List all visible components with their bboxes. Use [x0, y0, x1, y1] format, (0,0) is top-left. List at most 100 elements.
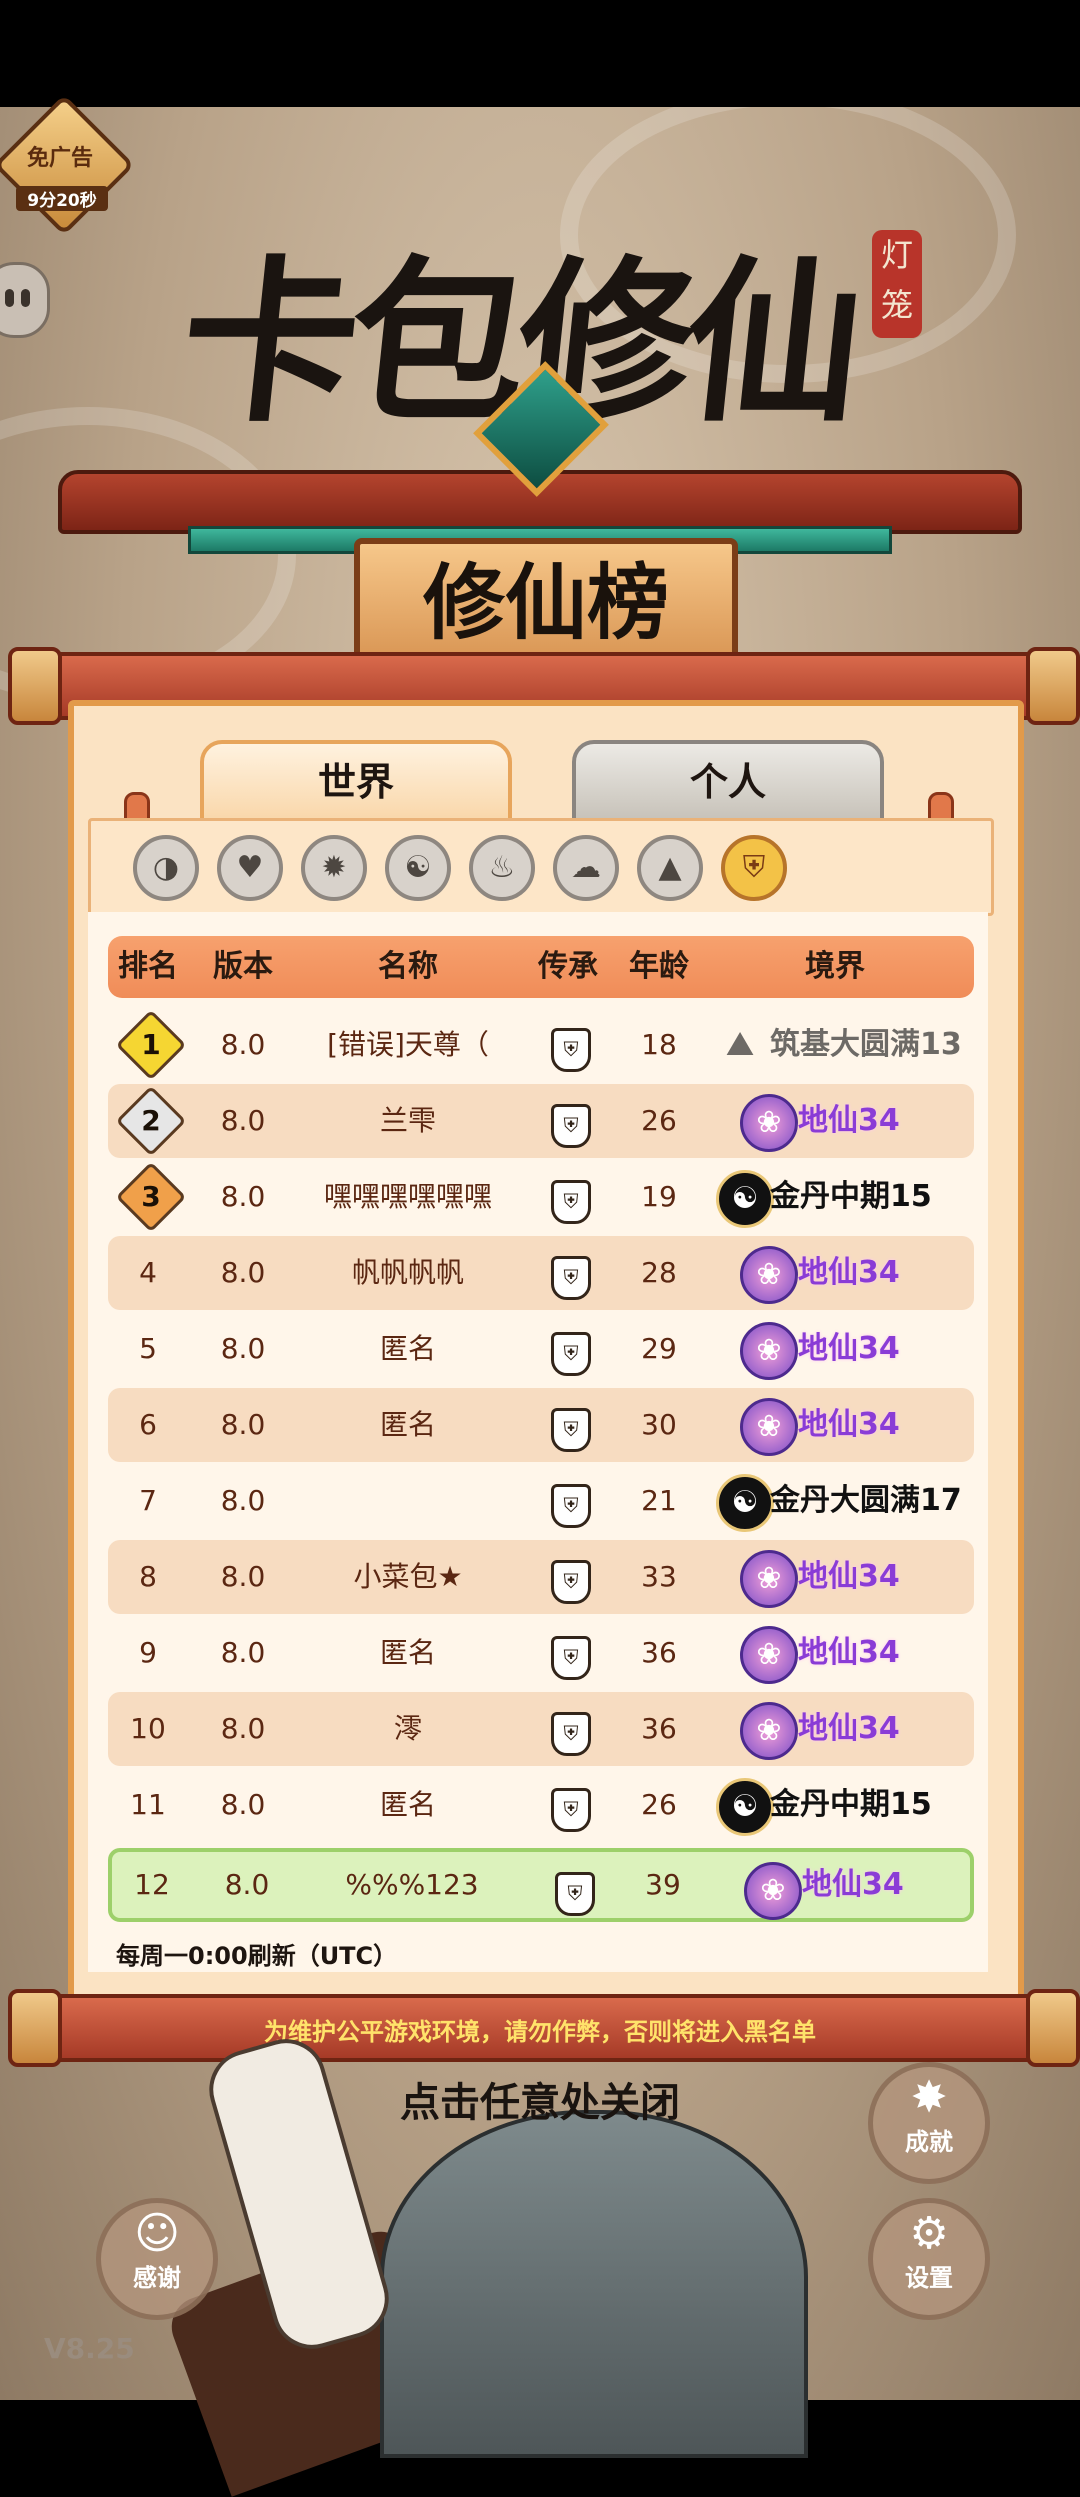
header-inherit: 传承	[538, 949, 598, 984]
inheritance-icon[interactable]: ⛨	[551, 1028, 591, 1072]
version-cell: 8.0	[220, 1636, 266, 1669]
realm-cell: 地仙34	[798, 1635, 900, 1670]
name-cell: 小菜包★	[353, 1560, 463, 1593]
table-row[interactable]: 7 8.0 ⛨ 21 ☯ 金丹大圆满17	[108, 1464, 974, 1538]
table-row[interactable]: 9 8.0 匿名 ⛨ 36 ❀ 地仙34	[108, 1616, 974, 1690]
name-cell: 匿名	[379, 1636, 436, 1669]
inheritance-icon[interactable]: ⛨	[555, 1872, 595, 1916]
realm-cell: 地仙34	[798, 1711, 900, 1746]
shield-icon[interactable]: ⛨	[721, 835, 787, 901]
remove-ads-label: 免广告	[26, 146, 93, 171]
earth-immortal-icon: ❀	[740, 1246, 798, 1304]
table-row[interactable]: 3 8.0 嘿嘿嘿嘿嘿嘿 ⛨ 19 ☯ 金丹中期15	[108, 1160, 974, 1234]
golden-core-icon: ☯	[716, 1474, 774, 1532]
heart-icon[interactable]: ♥	[217, 835, 283, 901]
earth-immortal-icon: ❀	[744, 1862, 802, 1920]
rank-medal-icon: 3	[115, 1161, 187, 1233]
age-cell: 36	[641, 1712, 677, 1745]
earth-immortal-icon: ❀	[740, 1702, 798, 1760]
name-cell: 嘿嘿嘿嘿嘿嘿	[323, 1180, 492, 1213]
rank-cell: 4	[139, 1256, 157, 1289]
table-row[interactable]: 1 8.0 [错误]天尊（ ⛨ 18 ⛰ 筑基大圆满13	[108, 1008, 974, 1082]
achievement-button[interactable]: ✸ 成就	[868, 2062, 990, 2184]
table-row-self[interactable]: 12 8.0 %%%123 ⛨ 39 ❀ 地仙34	[108, 1848, 974, 1922]
rank-cell: 9	[139, 1636, 157, 1669]
tab-world[interactable]: 世界	[200, 740, 512, 824]
gear-icon: ⚙	[909, 2208, 949, 2259]
chat-icon[interactable]	[0, 262, 50, 338]
version-cell: 8.0	[220, 1104, 266, 1137]
golden-core-icon: ☯	[716, 1778, 774, 1836]
table-row[interactable]: 6 8.0 匿名 ⛨ 30 ❀ 地仙34	[108, 1388, 974, 1462]
version-cell: 8.0	[220, 1332, 266, 1365]
name-cell	[298, 1464, 518, 1538]
age-cell: 26	[641, 1788, 677, 1821]
header-rank: 排名	[118, 949, 178, 984]
age-cell: 18	[641, 1028, 677, 1061]
table-row[interactable]: 10 8.0 澪 ⛨ 36 ❀ 地仙34	[108, 1692, 974, 1766]
rank-cell: 11	[130, 1788, 166, 1821]
inheritance-icon[interactable]: ⛨	[551, 1636, 591, 1680]
version-cell: 8.0	[220, 1028, 266, 1061]
age-cell: 30	[641, 1408, 677, 1441]
star-icon: ✸	[910, 2072, 948, 2123]
table-header: 排名 版本 名称 传承 年龄 境界	[108, 936, 974, 998]
inheritance-icon[interactable]: ⛨	[551, 1484, 591, 1528]
name-cell: 匿名	[379, 1408, 436, 1441]
inheritance-icon[interactable]: ⛨	[551, 1788, 591, 1832]
realm-cell: 金丹中期15	[770, 1787, 932, 1822]
refresh-note: 每周一0:00刷新（UTC）	[116, 1942, 398, 1970]
leaderboard-plaque: 修仙榜	[354, 538, 738, 670]
inheritance-icon[interactable]: ⛨	[551, 1332, 591, 1376]
inheritance-icon[interactable]: ⛨	[551, 1104, 591, 1148]
cloud-icon[interactable]: ☁	[553, 835, 619, 901]
name-cell: 澪	[393, 1712, 422, 1745]
golden-core-icon: ☯	[716, 1170, 774, 1228]
name-cell: 兰雫	[379, 1104, 436, 1137]
fire-icon[interactable]: ✹	[301, 835, 367, 901]
version-cell: 8.0	[220, 1484, 266, 1517]
settings-button[interactable]: ⚙ 设置	[868, 2198, 990, 2320]
earth-immortal-icon: ❀	[740, 1550, 798, 1608]
yinyang-icon[interactable]: ☯	[385, 835, 451, 901]
rank-cell: 5	[139, 1332, 157, 1365]
inheritance-icon[interactable]: ⛨	[551, 1180, 591, 1224]
rank-medal-icon: 1	[115, 1009, 187, 1081]
inheritance-icon[interactable]: ⛨	[551, 1712, 591, 1756]
version-cell: 8.0	[220, 1712, 266, 1745]
header-version: 版本	[213, 949, 273, 984]
table-row[interactable]: 11 8.0 匿名 ⛨ 26 ☯ 金丹中期15	[108, 1768, 974, 1842]
rank-number: 2	[141, 1104, 161, 1137]
mountain-icon[interactable]: ▲	[637, 835, 703, 901]
version-cell: 8.0	[220, 1256, 266, 1289]
realm-cell: 地仙34	[802, 1867, 904, 1902]
realm-cell: 金丹中期15	[770, 1179, 932, 1214]
ad-timer: 9分20秒	[16, 186, 108, 211]
age-cell: 21	[641, 1484, 677, 1517]
version-cell: 8.0	[220, 1180, 266, 1213]
table-row[interactable]: 5 8.0 匿名 ⛨ 29 ❀ 地仙34	[108, 1312, 974, 1386]
version-cell: 8.0	[224, 1868, 270, 1901]
rank-number: 1	[141, 1028, 161, 1061]
age-cell: 19	[641, 1180, 677, 1213]
version-cell: 8.0	[220, 1408, 266, 1441]
table-row[interactable]: 2 8.0 兰雫 ⛨ 26 ❀ 地仙34	[108, 1084, 974, 1158]
partial-icon[interactable]: ◑	[133, 835, 199, 901]
header-name: 名称	[378, 949, 438, 984]
thanks-button[interactable]: ☺ 感谢	[96, 2198, 218, 2320]
table-row[interactable]: 8 8.0 小菜包★ ⛨ 33 ❀ 地仙34	[108, 1540, 974, 1614]
foundation-icon: ⛰	[725, 1024, 755, 1064]
name-cell: 帆帆帆帆	[351, 1256, 464, 1289]
header-age: 年龄	[629, 949, 689, 984]
flame-icon[interactable]: ♨	[469, 835, 535, 901]
inheritance-icon[interactable]: ⛨	[551, 1560, 591, 1604]
name-cell: 匿名	[379, 1788, 436, 1821]
table-row[interactable]: 4 8.0 帆帆帆帆 ⛨ 28 ❀ 地仙34	[108, 1236, 974, 1310]
category-filter-bar: ◑ ♥ ✹ ☯ ♨ ☁ ▲ ⛨	[88, 818, 994, 916]
realm-cell: 地仙34	[798, 1331, 900, 1366]
age-cell: 33	[641, 1560, 677, 1593]
inheritance-icon[interactable]: ⛨	[551, 1256, 591, 1300]
tab-personal[interactable]: 个人	[572, 740, 884, 824]
name-cell: [错误]天尊（	[327, 1028, 489, 1061]
inheritance-icon[interactable]: ⛨	[551, 1408, 591, 1452]
